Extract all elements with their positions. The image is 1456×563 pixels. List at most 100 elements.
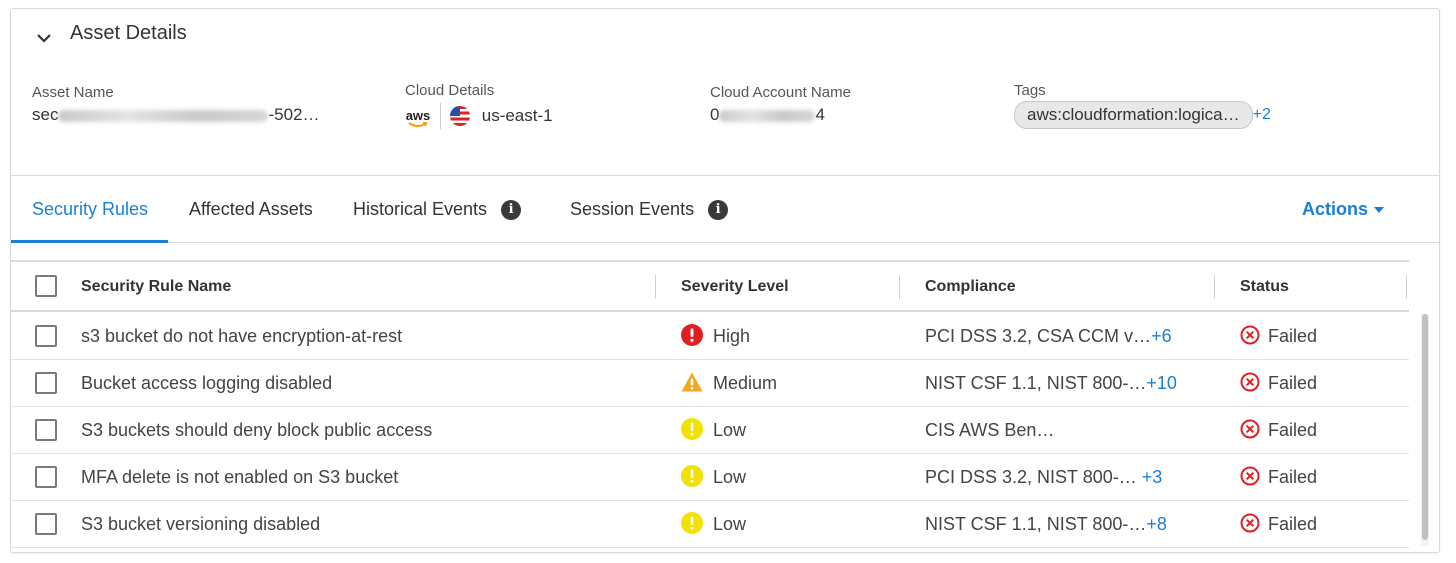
tag-pill[interactable]: aws:cloudformation:logica… xyxy=(1014,101,1253,129)
actions-label: Actions xyxy=(1301,199,1368,219)
compliance-text: NIST CSF 1.1, NIST 800-… xyxy=(925,373,1147,393)
tab-historical-events[interactable]: Historical Events i xyxy=(353,176,522,243)
cloud-details-label: Cloud Details xyxy=(405,82,495,99)
table-row[interactable]: s3 bucket do not have encryption-at-rest… xyxy=(11,313,1409,360)
account-prefix: 0 xyxy=(710,105,720,124)
active-tab-indicator xyxy=(11,240,168,243)
compliance-cell: CIS AWS Ben… xyxy=(925,407,1054,454)
status-cell: Failed xyxy=(1240,454,1317,501)
table-row[interactable]: S3 buckets should deny block public acce… xyxy=(11,407,1409,454)
status-cell: Failed xyxy=(1240,501,1317,548)
alert-circle-icon xyxy=(681,512,703,535)
severity-label: Low xyxy=(713,514,747,534)
cloud-account-value: 04 xyxy=(710,104,851,126)
failed-x-circle-icon xyxy=(1240,513,1260,533)
compliance-text: NIST CSF 1.1, NIST 800-… xyxy=(925,514,1147,534)
severity-label: Low xyxy=(713,420,747,440)
compliance-more-link[interactable]: +6 xyxy=(1151,326,1172,346)
compliance-text: CIS AWS Ben… xyxy=(925,420,1055,440)
asset-details-card: Asset Details Asset Name sec -502… Cloud … xyxy=(10,8,1440,553)
compliance-cell: PCI DSS 3.2, CSA CCM v…+6 xyxy=(925,313,1172,360)
compliance-more-link[interactable]: +8 xyxy=(1146,514,1167,534)
severity-cell: Medium xyxy=(681,360,777,407)
cloud-details-field: Cloud Details aws us-east-1 xyxy=(405,82,553,129)
severity-cell: Low xyxy=(681,407,746,454)
severity-label: Medium xyxy=(713,373,778,393)
rule-name: S3 buckets should deny block public acce… xyxy=(81,420,433,440)
tags-label: Tags xyxy=(1014,82,1046,99)
redacted-blur xyxy=(58,109,269,122)
column-header-compliance[interactable]: Compliance xyxy=(925,262,1016,312)
column-header-severity[interactable]: Severity Level xyxy=(681,262,789,312)
scrollbar-thumb[interactable] xyxy=(1422,314,1428,540)
alert-circle-icon xyxy=(681,465,703,488)
cloud-account-label: Cloud Account Name xyxy=(710,84,851,101)
row-checkbox[interactable] xyxy=(35,513,57,535)
rule-name: s3 bucket do not have encryption-at-rest xyxy=(81,326,403,346)
tab-session-events[interactable]: Session Events i xyxy=(570,176,729,243)
severity-cell: Low xyxy=(681,501,746,548)
select-all-checkbox[interactable] xyxy=(35,275,57,297)
severity-label: High xyxy=(713,326,751,346)
region-value: us-east-1 xyxy=(481,106,553,125)
column-header-rule-name[interactable]: Security Rule Name xyxy=(81,262,231,312)
table-row[interactable]: MFA delete is not enabled on S3 bucket L… xyxy=(11,454,1409,501)
rule-name: MFA delete is not enabled on S3 bucket xyxy=(81,467,399,487)
info-icon[interactable]: i xyxy=(501,200,522,221)
status-label: Failed xyxy=(1268,514,1318,534)
cloud-account-field: Cloud Account Name 04 xyxy=(710,84,851,126)
row-checkbox[interactable] xyxy=(35,419,57,441)
alert-circle-icon xyxy=(681,418,703,441)
asset-name-value: sec -502… xyxy=(32,104,320,126)
warning-triangle-icon xyxy=(681,372,703,392)
asset-name-label: Asset Name xyxy=(32,84,114,101)
tags-value: aws:cloudformation:logica… +2 xyxy=(1014,101,1271,129)
info-icon[interactable]: i xyxy=(708,200,729,221)
compliance-cell: NIST CSF 1.1, NIST 800-…+8 xyxy=(925,501,1167,548)
asset-name-field: Asset Name sec -502… xyxy=(32,84,320,126)
row-checkbox[interactable] xyxy=(35,325,57,347)
severity-cell: Low xyxy=(681,454,746,501)
asset-name-suffix: -502… xyxy=(268,105,320,124)
tags-more-link[interactable]: +2 xyxy=(1253,106,1271,123)
column-divider xyxy=(1406,275,1407,299)
compliance-text: PCI DSS 3.2, CSA CCM v… xyxy=(925,326,1152,346)
severity-cell: High xyxy=(681,313,750,360)
tab-session-events-label: Session Events xyxy=(570,199,695,219)
column-divider xyxy=(899,275,900,299)
compliance-cell: NIST CSF 1.1, NIST 800-…+10 xyxy=(925,360,1177,407)
status-label: Failed xyxy=(1268,373,1318,393)
asset-name-prefix: sec xyxy=(32,105,59,124)
status-cell: Failed xyxy=(1240,407,1317,454)
chevron-down-icon[interactable] xyxy=(35,29,53,47)
column-header-status[interactable]: Status xyxy=(1240,262,1289,312)
tab-bar: Security Rules Affected Assets Historica… xyxy=(11,176,1439,243)
status-cell: Failed xyxy=(1240,360,1317,407)
tab-security-rules[interactable]: Security Rules xyxy=(32,176,148,243)
rule-name: Bucket access logging disabled xyxy=(81,373,333,393)
tab-affected-assets[interactable]: Affected Assets xyxy=(189,176,313,243)
column-divider xyxy=(1214,275,1215,299)
row-checkbox[interactable] xyxy=(35,372,57,394)
status-label: Failed xyxy=(1268,326,1318,346)
compliance-more-link[interactable]: +10 xyxy=(1146,373,1177,393)
actions-dropdown[interactable]: Actions xyxy=(1302,176,1384,243)
tab-historical-events-label: Historical Events xyxy=(353,199,488,219)
divider xyxy=(440,103,441,129)
rule-name: S3 bucket versioning disabled xyxy=(81,514,321,534)
failed-x-circle-icon xyxy=(1240,466,1260,486)
table-row[interactable]: Bucket access logging disabled Medium NI… xyxy=(11,360,1409,407)
asset-details-header[interactable]: Asset Details xyxy=(11,9,1439,63)
tags-field: Tags aws:cloudformation:logica… +2 xyxy=(1014,82,1271,129)
status-label: Failed xyxy=(1268,420,1318,440)
status-label: Failed xyxy=(1268,467,1318,487)
compliance-more-link[interactable]: +3 xyxy=(1142,467,1163,487)
column-divider xyxy=(655,275,656,299)
compliance-cell: PCI DSS 3.2, NIST 800-… +3 xyxy=(925,454,1162,501)
row-checkbox[interactable] xyxy=(35,466,57,488)
table-row[interactable]: S3 bucket versioning disabled Low NIST C… xyxy=(11,501,1409,548)
status-cell: Failed xyxy=(1240,313,1317,360)
account-suffix: 4 xyxy=(815,105,825,124)
failed-x-circle-icon xyxy=(1240,372,1260,392)
provider-label: aws xyxy=(405,108,431,124)
